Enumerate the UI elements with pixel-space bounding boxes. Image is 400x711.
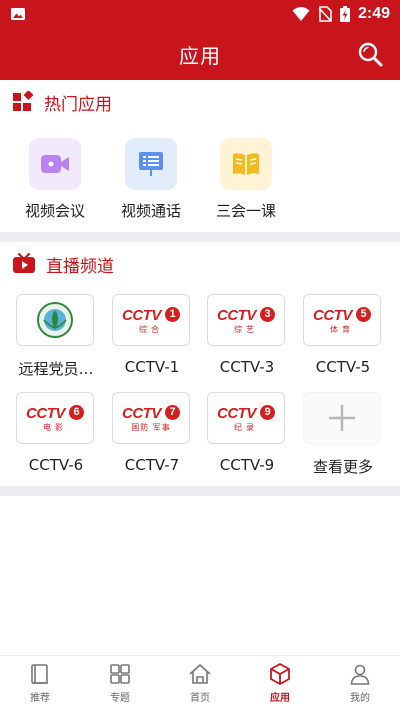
plus-icon (329, 405, 355, 431)
channel-cctv-3[interactable]: CCTV 3 综艺 CCTV-3 (207, 294, 287, 376)
nav-label: 应用 (270, 693, 290, 704)
tv-play-icon (13, 253, 35, 273)
page-title: 应用 (179, 43, 221, 68)
hot-apps-section: 热门应用 视频会议 视频通话 三会一课 (0, 80, 400, 232)
channel-logo-box[interactable]: CCTV 1 综合 (112, 294, 190, 346)
channel-remote-party[interactable]: 远程党员… (16, 294, 96, 379)
app-label: 视频通话 (120, 202, 181, 220)
person-icon (350, 664, 370, 685)
channel-label: CCTV-9 (219, 456, 275, 474)
app-tile[interactable] (29, 138, 81, 190)
image-notification-icon (11, 8, 25, 20)
home-icon (189, 664, 211, 684)
cctv-logo: CCTV 7 国防 军事 (122, 403, 180, 433)
channel-subtitle: 综艺 (234, 325, 258, 334)
status-bar: 2:49 (0, 0, 400, 28)
section-title: 热门应用 (44, 94, 112, 115)
channel-label: CCTV-3 (219, 358, 275, 376)
channel-see-more[interactable]: 查看更多 (303, 392, 383, 477)
channel-logo-box[interactable]: CCTV 3 综艺 (207, 294, 285, 346)
nav-label: 我的 (350, 693, 370, 704)
nav-label: 推荐 (30, 693, 50, 704)
section-title: 直播频道 (46, 256, 114, 277)
app-tile[interactable] (220, 138, 272, 190)
cctv-logo: CCTV 5 体育 (313, 305, 371, 335)
channel-logo-box[interactable]: CCTV 9 纪录 (207, 392, 285, 444)
wifi-icon (292, 7, 310, 21)
channel-number: 3 (260, 307, 275, 322)
book-icon (31, 664, 48, 684)
channel-subtitle: 电影 (43, 423, 67, 432)
hot-apps-header: 热门应用 (12, 90, 112, 115)
live-channels-section: 直播频道 远程党员… CCTV 1 综合 CCTV-1 CCTV 3 综艺 CC… (0, 242, 400, 486)
nav-item-home[interactable]: 首页 (160, 656, 240, 711)
cctv-logo: CCTV 9 纪录 (217, 403, 275, 433)
no-sim-icon (318, 6, 332, 22)
section-divider (0, 232, 400, 242)
app-tile[interactable] (125, 138, 177, 190)
channel-cctv-7[interactable]: CCTV 7 国防 军事 CCTV-7 (112, 392, 192, 474)
channel-number: 5 (356, 307, 371, 322)
app-three-meetings[interactable]: 三会一课 (206, 138, 286, 221)
section-divider (0, 486, 400, 496)
clock-time: 2:49 (357, 5, 390, 22)
channel-label: CCTV-5 (315, 358, 371, 376)
hot-apps-list: 视频会议 视频通话 三会一课 (0, 138, 400, 228)
cube-icon (270, 663, 290, 685)
nav-item-recommend[interactable]: 推荐 (0, 656, 80, 711)
nav-item-apps[interactable]: 应用 (240, 656, 320, 711)
app-label: 视频会议 (24, 202, 85, 220)
cctv-logo: CCTV 3 综艺 (217, 305, 275, 335)
channel-label: 远程党员… (18, 360, 94, 378)
grid-icon (110, 664, 130, 684)
cctv-logo: CCTV 1 综合 (122, 305, 180, 335)
nav-item-topics[interactable]: 专题 (80, 656, 160, 711)
nav-label: 首页 (190, 693, 210, 704)
nav-label: 专题 (110, 693, 130, 704)
channel-logo-box[interactable] (16, 294, 94, 346)
app-video-call[interactable]: 视频通话 (111, 138, 191, 221)
video-camera-icon (41, 155, 69, 173)
channel-logo-box[interactable]: CCTV 5 体育 (303, 294, 381, 346)
channel-cctv-1[interactable]: CCTV 1 综合 CCTV-1 (112, 294, 192, 376)
channel-number: 7 (165, 405, 180, 420)
channel-label: CCTV-7 (124, 456, 180, 474)
channel-label: 查看更多 (312, 458, 373, 476)
channel-cctv-6[interactable]: CCTV 6 电影 CCTV-6 (16, 392, 96, 474)
nav-item-mine[interactable]: 我的 (320, 656, 400, 711)
open-book-icon (233, 153, 259, 175)
cctv-logo: CCTV 6 电影 (26, 403, 84, 433)
channel-number: 1 (165, 307, 180, 322)
presentation-board-icon (139, 152, 163, 176)
channel-subtitle: 综合 (139, 325, 163, 334)
live-channels-header: 直播频道 (12, 252, 114, 277)
channel-cctv-9[interactable]: CCTV 9 纪录 CCTV-9 (207, 392, 287, 474)
channel-logo-box[interactable] (303, 392, 381, 444)
channel-cctv-5[interactable]: CCTV 5 体育 CCTV-5 (303, 294, 383, 376)
channel-label: CCTV-6 (28, 456, 84, 474)
channel-number: 9 (260, 405, 275, 420)
channel-logo-box[interactable]: CCTV 6 电影 (16, 392, 94, 444)
channel-subtitle: 体育 (330, 325, 354, 334)
apps-grid-icon (13, 91, 34, 111)
battery-charging-icon (339, 6, 350, 22)
channel-subtitle: 国防 军事 (131, 423, 171, 432)
bottom-nav: 推荐 专题 首页 应用 我的 (0, 655, 400, 711)
app-video-meeting[interactable]: 视频会议 (15, 138, 95, 221)
search-icon[interactable] (356, 40, 384, 68)
party-emblem-icon (37, 302, 73, 338)
channel-label: CCTV-1 (124, 358, 180, 376)
app-label: 三会一课 (215, 202, 276, 220)
channel-subtitle: 纪录 (234, 423, 258, 432)
channel-logo-box[interactable]: CCTV 7 国防 军事 (112, 392, 190, 444)
app-header: 应用 (0, 28, 400, 80)
channel-number: 6 (69, 405, 84, 420)
